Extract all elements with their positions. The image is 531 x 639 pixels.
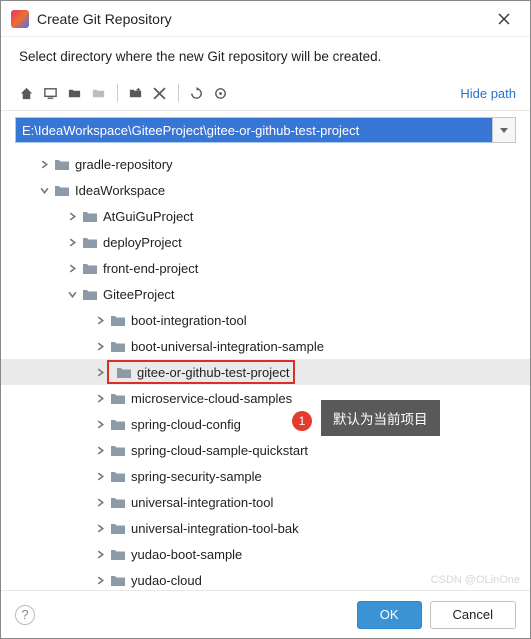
folder-icon bbox=[81, 287, 99, 301]
folder-icon bbox=[109, 391, 127, 405]
tree-item[interactable]: boot-universal-integration-sample bbox=[1, 333, 530, 359]
path-input[interactable] bbox=[15, 117, 492, 143]
folder-icon bbox=[109, 573, 127, 587]
tree-item-label: gradle-repository bbox=[75, 157, 173, 172]
tree-item[interactable]: GiteeProject bbox=[1, 281, 530, 307]
tree-item[interactable]: deployProject bbox=[1, 229, 530, 255]
tree-item[interactable]: yudao-boot-sample bbox=[1, 541, 530, 567]
app-icon bbox=[11, 10, 29, 28]
folder-icon bbox=[115, 365, 133, 379]
folder-icon bbox=[53, 157, 71, 171]
folder-icon bbox=[109, 313, 127, 327]
tree-item[interactable]: AtGuiGuProject bbox=[1, 203, 530, 229]
tree-item[interactable]: boot-integration-tool bbox=[1, 307, 530, 333]
chevron-right-icon[interactable] bbox=[93, 550, 107, 559]
cancel-button[interactable]: Cancel bbox=[430, 601, 516, 629]
help-button[interactable]: ? bbox=[15, 605, 35, 625]
toolbar-separator bbox=[117, 84, 118, 102]
ok-button[interactable]: OK bbox=[357, 601, 422, 629]
instruction-text: Select directory where the new Git repos… bbox=[1, 37, 530, 78]
tree-item-label: boot-integration-tool bbox=[131, 313, 247, 328]
tree-item-label: microservice-cloud-samples bbox=[131, 391, 292, 406]
folder-icon bbox=[109, 495, 127, 509]
toolbar-separator bbox=[178, 84, 179, 102]
chevron-right-icon[interactable] bbox=[65, 212, 79, 221]
tree-item-label: spring-cloud-sample-quickstart bbox=[131, 443, 308, 458]
delete-icon[interactable] bbox=[148, 82, 170, 104]
chevron-right-icon[interactable] bbox=[65, 264, 79, 273]
folder-icon bbox=[81, 209, 99, 223]
tree-item[interactable]: spring-security-sample bbox=[1, 463, 530, 489]
chevron-right-icon[interactable] bbox=[93, 368, 107, 377]
tree-item[interactable]: gradle-repository bbox=[1, 151, 530, 177]
chevron-down-icon bbox=[500, 128, 508, 133]
tree-item-label: universal-integration-tool bbox=[131, 495, 273, 510]
titlebar: Create Git Repository bbox=[1, 1, 530, 37]
folder-icon bbox=[109, 443, 127, 457]
tree-item[interactable]: universal-integration-tool bbox=[1, 489, 530, 515]
tree-item-label: AtGuiGuProject bbox=[103, 209, 193, 224]
close-icon bbox=[498, 13, 510, 25]
tree-item-label: deployProject bbox=[103, 235, 182, 250]
tree-item[interactable]: spring-cloud-sample-quickstart bbox=[1, 437, 530, 463]
show-hidden-icon[interactable] bbox=[209, 82, 231, 104]
annotation-badge: 1 bbox=[292, 411, 312, 431]
hide-path-link[interactable]: Hide path bbox=[460, 86, 516, 101]
tree-item-label: front-end-project bbox=[103, 261, 198, 276]
highlighted-folder: gitee-or-github-test-project bbox=[107, 360, 295, 384]
tree-item-label: yudao-cloud bbox=[131, 573, 202, 588]
tree-item[interactable]: gitee-or-github-test-project bbox=[1, 359, 530, 385]
tree-item-label: gitee-or-github-test-project bbox=[137, 365, 289, 380]
chevron-right-icon[interactable] bbox=[65, 238, 79, 247]
folder-icon bbox=[109, 521, 127, 535]
tree-item-label: spring-security-sample bbox=[131, 469, 262, 484]
tree-item[interactable]: front-end-project bbox=[1, 255, 530, 281]
folder-icon bbox=[109, 469, 127, 483]
tree-item[interactable]: microservice-cloud-samples bbox=[1, 385, 530, 411]
new-folder-icon[interactable] bbox=[124, 82, 146, 104]
close-button[interactable] bbox=[488, 5, 520, 33]
chevron-right-icon[interactable] bbox=[93, 420, 107, 429]
module-icon bbox=[87, 82, 109, 104]
folder-icon bbox=[81, 261, 99, 275]
chevron-right-icon[interactable] bbox=[93, 472, 107, 481]
tree-item[interactable]: spring-cloud-config bbox=[1, 411, 530, 437]
footer: ? OK Cancel bbox=[1, 590, 530, 638]
directory-tree[interactable]: gradle-repository IdeaWorkspace AtGuiGuPro… bbox=[1, 149, 530, 605]
refresh-icon[interactable] bbox=[185, 82, 207, 104]
chevron-right-icon[interactable] bbox=[93, 576, 107, 585]
chevron-right-icon[interactable] bbox=[37, 160, 51, 169]
tree-item-label: yudao-boot-sample bbox=[131, 547, 242, 562]
chevron-right-icon[interactable] bbox=[93, 446, 107, 455]
folder-icon bbox=[109, 547, 127, 561]
toolbar: Hide path bbox=[1, 78, 530, 111]
chevron-right-icon[interactable] bbox=[93, 524, 107, 533]
chevron-right-icon[interactable] bbox=[93, 342, 107, 351]
tree-item-label: universal-integration-tool-bak bbox=[131, 521, 299, 536]
tree-item-label: IdeaWorkspace bbox=[75, 183, 165, 198]
project-icon[interactable] bbox=[63, 82, 85, 104]
chevron-right-icon[interactable] bbox=[93, 316, 107, 325]
folder-icon bbox=[109, 417, 127, 431]
tree-item-label: GiteeProject bbox=[103, 287, 175, 302]
tree-item[interactable]: universal-integration-tool-bak bbox=[1, 515, 530, 541]
folder-icon bbox=[109, 339, 127, 353]
chevron-right-icon[interactable] bbox=[93, 498, 107, 507]
chevron-down-icon[interactable] bbox=[37, 186, 51, 195]
chevron-down-icon[interactable] bbox=[65, 290, 79, 299]
desktop-icon[interactable] bbox=[39, 82, 61, 104]
window-title: Create Git Repository bbox=[37, 11, 488, 27]
tree-item-label: boot-universal-integration-sample bbox=[131, 339, 324, 354]
folder-icon bbox=[81, 235, 99, 249]
path-history-button[interactable] bbox=[492, 117, 516, 143]
tree-item[interactable]: IdeaWorkspace bbox=[1, 177, 530, 203]
folder-icon bbox=[53, 183, 71, 197]
chevron-right-icon[interactable] bbox=[93, 394, 107, 403]
path-row bbox=[1, 111, 530, 149]
tree-item-label: spring-cloud-config bbox=[131, 417, 241, 432]
home-icon[interactable] bbox=[15, 82, 37, 104]
